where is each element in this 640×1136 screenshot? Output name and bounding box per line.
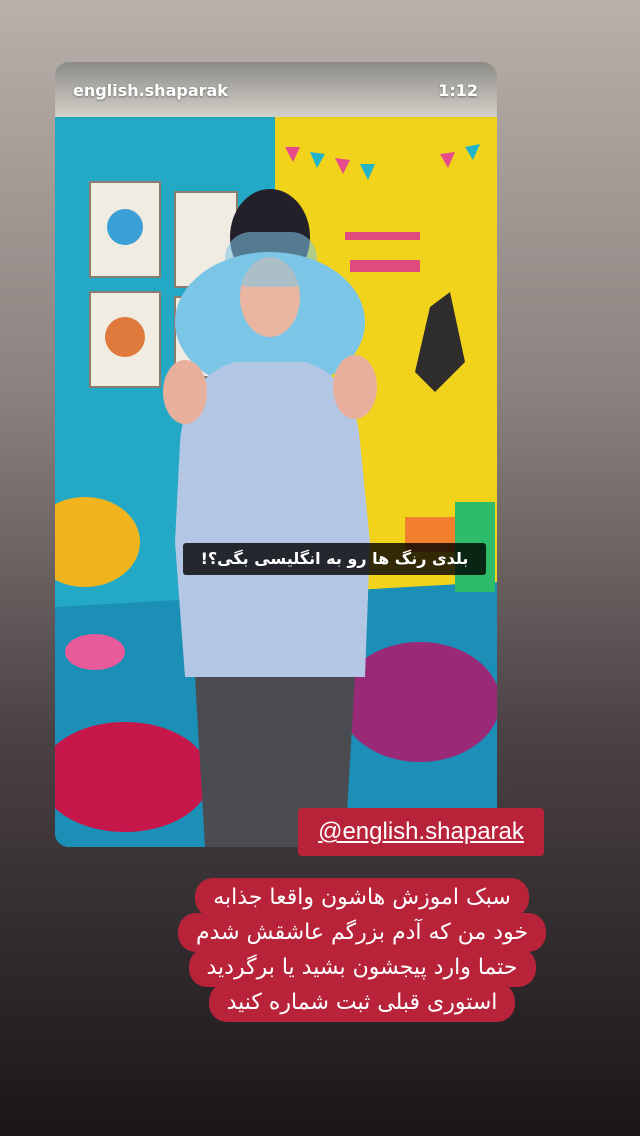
mention-sticker[interactable]: @english.shaparak	[298, 808, 544, 856]
story-text-block: سبک اموزش هاشون واقعا جذابه خود من که آد…	[135, 878, 589, 1022]
text-line: سبک اموزش هاشون واقعا جذابه	[195, 878, 529, 917]
text-line: خود من که آدم بزرگم عاشقش شدم	[177, 913, 547, 952]
story-video-card[interactable]: english.shaparak 1:12 بلدی رنگ ها رو به …	[55, 62, 497, 847]
text-line: استوری قبلی ثبت شماره کنید	[208, 983, 516, 1022]
video-timestamp: 1:12	[438, 81, 478, 100]
video-scene-image	[55, 62, 497, 847]
video-caption: بلدی رنگ ها رو به انگلیسی بگی؟!	[183, 543, 486, 575]
text-line: حتما وارد پیجشون بشید یا برگردید	[188, 948, 536, 987]
account-name[interactable]: english.shaparak	[73, 81, 228, 100]
story-header: english.shaparak 1:12	[55, 62, 497, 122]
